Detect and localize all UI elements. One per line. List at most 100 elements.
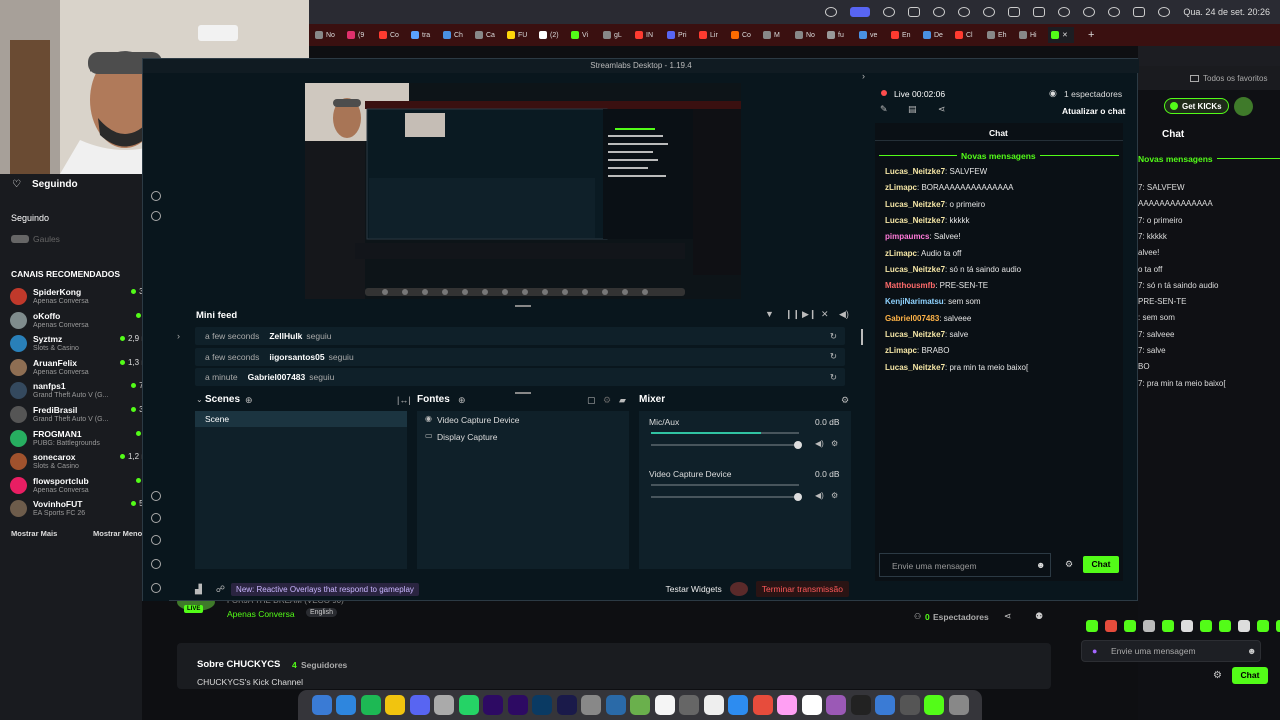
kick-chat-button[interactable]: Chat bbox=[1232, 667, 1268, 684]
preview-resize-handle[interactable] bbox=[515, 305, 531, 307]
replay-icon[interactable]: ↻ bbox=[830, 372, 837, 383]
following-title[interactable]: Seguindo bbox=[32, 179, 78, 190]
dock-app-icon[interactable] bbox=[728, 695, 748, 715]
display-icon[interactable] bbox=[1008, 7, 1021, 17]
browser-tab[interactable]: No bbox=[792, 27, 822, 43]
browser-tab[interactable]: En bbox=[888, 27, 918, 43]
wifi-icon[interactable] bbox=[1083, 7, 1096, 17]
chat-settings-icon[interactable]: ⚙ bbox=[1065, 559, 1073, 570]
record-toggle[interactable] bbox=[729, 582, 748, 596]
dock-app-icon[interactable] bbox=[556, 695, 577, 715]
help-icon[interactable] bbox=[151, 513, 161, 523]
recommended-channel[interactable]: SpiderKongApenas Conversa35 bbox=[10, 286, 148, 310]
mute-alerts-icon[interactable]: ✕ bbox=[821, 309, 829, 320]
stream-category[interactable]: Apenas Conversa bbox=[227, 609, 295, 619]
user-avatar[interactable] bbox=[1234, 97, 1253, 116]
dock-app-icon[interactable] bbox=[801, 695, 822, 715]
chat-message-input[interactable]: Envie uma mensagem ☻ bbox=[879, 553, 1051, 577]
dock-app-icon[interactable] bbox=[507, 695, 528, 715]
kick-message-input[interactable]: ● Envie uma mensagem ☻ bbox=[1081, 640, 1261, 662]
pause-icon[interactable]: ❙❙ bbox=[785, 309, 800, 320]
refresh-chat-button[interactable]: Atualizar o chat bbox=[1062, 106, 1125, 116]
dock-app-icon[interactable] bbox=[581, 695, 601, 715]
show-more-button[interactable]: Mostrar Mais bbox=[11, 529, 57, 538]
announcement-icon[interactable]: ☍ bbox=[216, 584, 225, 595]
following-channel[interactable]: Gaules bbox=[33, 234, 60, 244]
source-video-capture[interactable]: Video Capture Device bbox=[437, 415, 520, 425]
dock-app-icon[interactable] bbox=[777, 695, 797, 715]
browser-tab[interactable]: Eh bbox=[984, 27, 1014, 43]
cloud-icon[interactable] bbox=[883, 7, 896, 17]
dock-app-icon[interactable] bbox=[458, 695, 479, 715]
share-icon[interactable]: ⋖ bbox=[938, 104, 946, 115]
recommended-channel[interactable]: flowsportclubApenas Conversa2 bbox=[10, 475, 148, 499]
dock-app-icon[interactable] bbox=[752, 695, 773, 715]
dock-app-icon[interactable] bbox=[654, 695, 675, 715]
chat-username[interactable]: Lucas_Neitzke7 bbox=[885, 330, 945, 339]
emote-icon[interactable] bbox=[1143, 620, 1155, 632]
end-stream-button[interactable]: Terminar transmissão bbox=[755, 581, 849, 597]
dock-app-icon[interactable] bbox=[360, 695, 381, 715]
collapse-chevron-icon[interactable]: › bbox=[862, 71, 865, 81]
dock-app-icon[interactable] bbox=[385, 695, 405, 715]
browser-tab[interactable]: Vi bbox=[568, 27, 598, 43]
chat-username[interactable]: Gabriel007483 bbox=[885, 314, 939, 323]
emote-icon[interactable] bbox=[1162, 620, 1174, 632]
scene-transition-icon[interactable]: |↔| bbox=[397, 395, 411, 405]
chat-username[interactable]: KenjiNarimatsu bbox=[885, 297, 944, 306]
get-kicks-button[interactable]: Get KICKs bbox=[1164, 98, 1229, 114]
dashboard-icon[interactable]: ▤ bbox=[908, 104, 917, 115]
edit-icon[interactable]: ✎ bbox=[880, 104, 888, 115]
browser-tab[interactable]: De bbox=[920, 27, 950, 43]
dock-app-icon[interactable] bbox=[605, 695, 626, 715]
source-folder-icon[interactable]: ▰ bbox=[619, 395, 626, 406]
browser-tab[interactable]: FU bbox=[504, 27, 534, 43]
recommended-channel[interactable]: sonecarox Slots & Casino 1,2 m bbox=[10, 451, 148, 475]
emote-icon[interactable] bbox=[1105, 620, 1117, 632]
browser-tab[interactable]: (9 bbox=[344, 27, 374, 43]
favorites-label[interactable]: Todos os favoritos bbox=[1203, 74, 1267, 83]
profile-icon[interactable] bbox=[151, 583, 161, 593]
dock-app-icon[interactable] bbox=[630, 695, 650, 715]
browser-tab[interactable]: Ch bbox=[440, 27, 470, 43]
user-options-icon[interactable]: ⚉ bbox=[1035, 611, 1043, 622]
control-center-icon[interactable] bbox=[1133, 7, 1146, 17]
chat-username[interactable]: zLimapc bbox=[885, 249, 917, 258]
video-volume-knob[interactable] bbox=[794, 493, 802, 501]
settings-icon[interactable]: ⚙ bbox=[1213, 670, 1222, 681]
video-mute-icon[interactable]: ◀) bbox=[815, 491, 824, 500]
emote-icon[interactable] bbox=[1276, 620, 1280, 632]
clock-icon[interactable] bbox=[983, 7, 996, 17]
screen-record-icon[interactable] bbox=[825, 7, 838, 17]
chat-username[interactable]: pimpaumcs bbox=[885, 232, 929, 241]
mixer-settings-icon[interactable]: ⚙ bbox=[841, 395, 849, 406]
record-icon[interactable] bbox=[933, 7, 946, 17]
discord-menubar-icon[interactable] bbox=[850, 7, 871, 17]
send-chat-button[interactable]: Chat bbox=[1083, 556, 1119, 573]
emote-icon[interactable] bbox=[1219, 620, 1231, 632]
browser-tab[interactable]: Co bbox=[728, 27, 758, 43]
emote-icon[interactable] bbox=[1124, 620, 1136, 632]
emote-icon[interactable] bbox=[1200, 620, 1212, 632]
emote-icon[interactable] bbox=[1181, 620, 1193, 632]
filter-icon[interactable]: ▼ bbox=[765, 309, 774, 319]
dock-app-icon[interactable] bbox=[409, 695, 430, 715]
mic-mute-icon[interactable]: ◀) bbox=[815, 439, 824, 448]
browser-tab[interactable]: Lir bbox=[696, 27, 726, 43]
mic-volume-slider[interactable] bbox=[651, 441, 802, 449]
minifeed-row[interactable]: a few seconds ZellHulk seguiu ↻ bbox=[195, 327, 845, 345]
video-settings-icon[interactable]: ⚙ bbox=[831, 491, 838, 500]
chat-tab[interactable]: Chat bbox=[989, 128, 1008, 138]
mic-volume-knob[interactable] bbox=[794, 441, 802, 449]
play-icon[interactable] bbox=[1058, 7, 1071, 17]
recommended-channel[interactable]: oKoffoApenas Conversa2 bbox=[10, 310, 148, 334]
emote-icon[interactable] bbox=[1238, 620, 1250, 632]
menubar-datetime[interactable]: Qua. 24 de set. 20:26 bbox=[1183, 7, 1270, 17]
dock-app-icon[interactable] bbox=[679, 695, 699, 715]
recommended-channel[interactable]: FROGMAN1PUBG: Battlegrounds3 bbox=[10, 428, 148, 452]
stats-icon[interactable]: ▟ bbox=[195, 584, 202, 595]
dock-app-icon[interactable] bbox=[826, 695, 846, 715]
user-icon[interactable] bbox=[1158, 7, 1171, 17]
add-scene-icon[interactable]: ⊕ bbox=[245, 395, 253, 406]
browser-tab[interactable]: gL bbox=[600, 27, 630, 43]
